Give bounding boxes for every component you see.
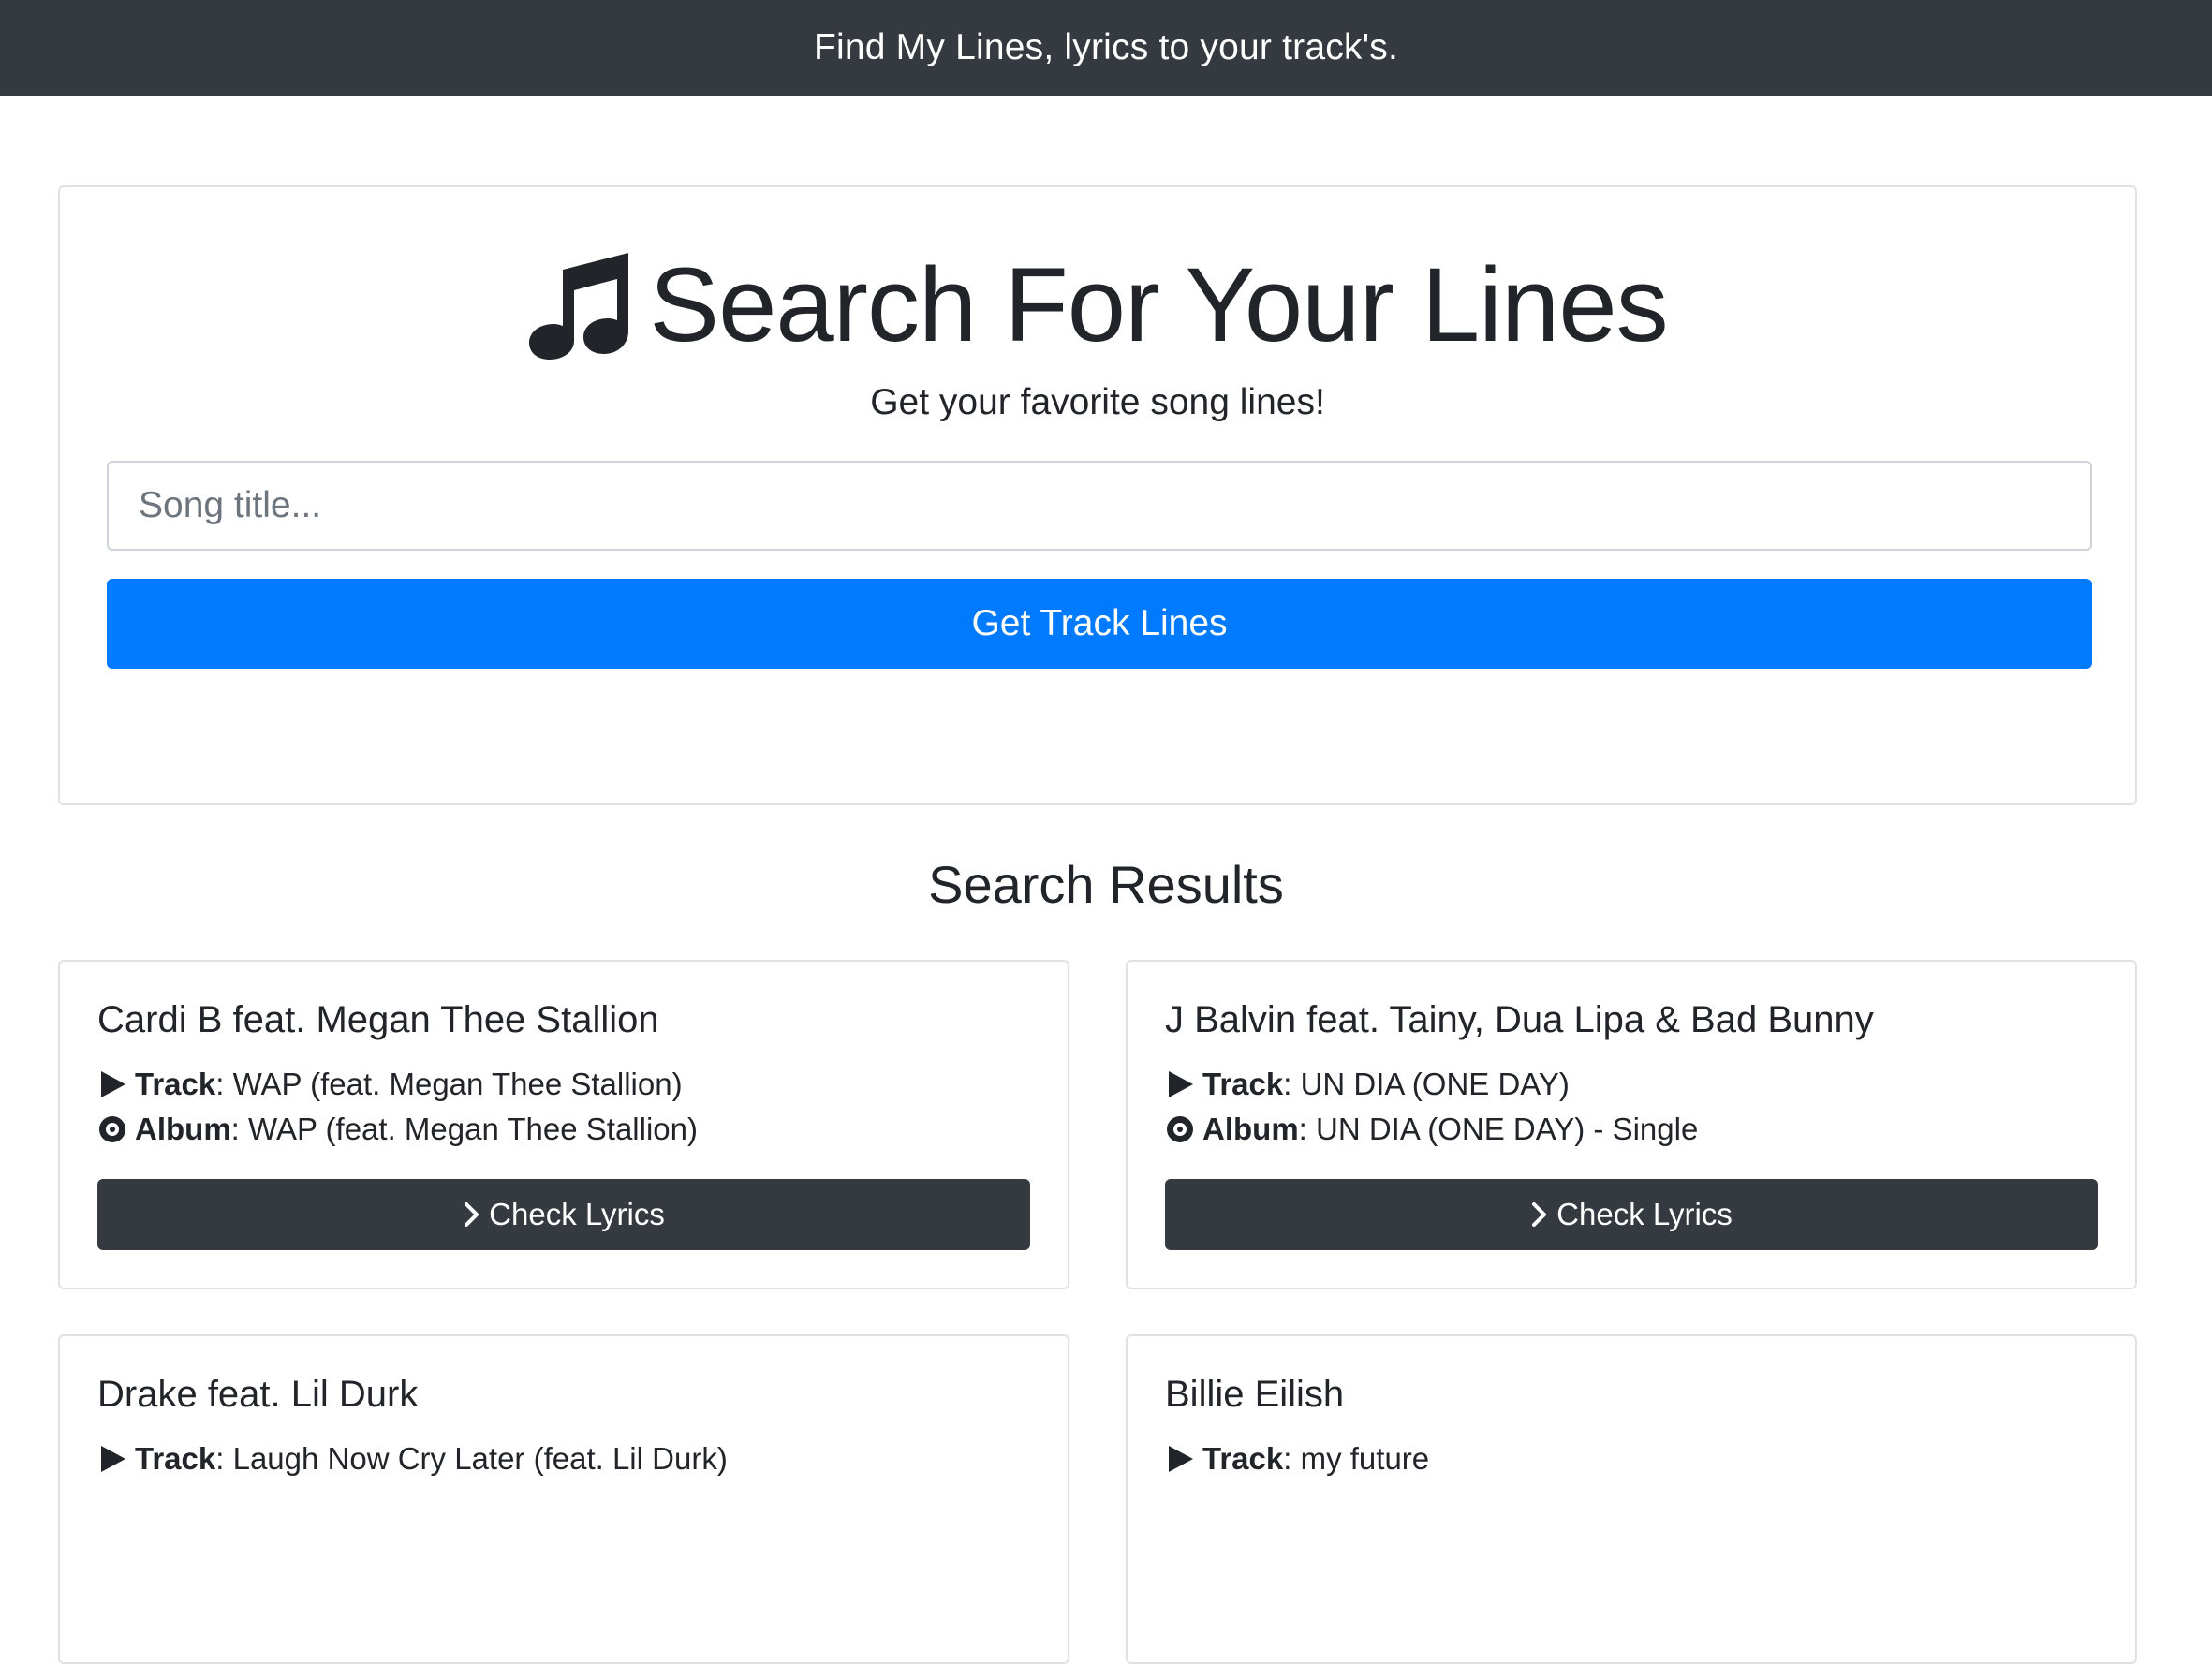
result-track-line: Track: Laugh Now Cry Later (feat. Lil Du… <box>97 1436 1030 1481</box>
result-artist: Billie Eilish <box>1165 1374 1345 1415</box>
track-name: my future <box>1300 1441 1430 1476</box>
navbar-title: Find My Lines, lyrics to your track's. <box>813 27 1399 67</box>
song-title-input[interactable] <box>107 461 2092 551</box>
search-title: Search For Your Lines <box>649 246 1668 363</box>
search-heading: Search For Your Lines <box>60 251 2135 360</box>
results-heading: Search Results <box>928 855 1284 914</box>
result-card: Billie Eilish Track: my future <box>1126 1334 2137 1664</box>
check-lyrics-button[interactable]: Check Lyrics <box>1165 1179 2098 1250</box>
check-lyrics-button[interactable]: Check Lyrics <box>97 1179 1030 1250</box>
album-label: Album <box>135 1112 231 1146</box>
chevron-right-icon <box>465 1202 479 1227</box>
play-icon <box>97 1069 127 1099</box>
get-track-lines-button[interactable]: Get Track Lines <box>107 579 2092 669</box>
track-label: Track <box>1202 1067 1284 1101</box>
play-icon <box>97 1444 127 1474</box>
results-grid: Cardi B feat. Megan Thee Stallion Track:… <box>58 960 2137 1664</box>
album-label: Album <box>1202 1112 1299 1146</box>
top-navbar: Find My Lines, lyrics to your track's. <box>0 0 2212 96</box>
result-card: Drake feat. Lil Durk Track: Laugh Now Cr… <box>58 1334 1069 1664</box>
result-track-line: Track: UN DIA (ONE DAY) <box>1165 1062 2098 1107</box>
result-card: Cardi B feat. Megan Thee Stallion Track:… <box>58 960 1069 1289</box>
chevron-right-icon <box>1532 1202 1547 1227</box>
result-track-line: Track: my future <box>1165 1436 2098 1481</box>
result-track-line: Track: WAP (feat. Megan Thee Stallion) <box>97 1062 1030 1107</box>
record-icon <box>97 1114 127 1144</box>
result-album-line: Album: UN DIA (ONE DAY) - Single <box>1165 1107 2098 1152</box>
track-name: Laugh Now Cry Later (feat. Lil Durk) <box>232 1441 728 1476</box>
search-card: Search For Your Lines Get your favorite … <box>58 185 2137 805</box>
check-lyrics-label: Check Lyrics <box>489 1197 665 1231</box>
track-name: WAP (feat. Megan Thee Stallion) <box>232 1067 683 1101</box>
track-name: UN DIA (ONE DAY) <box>1300 1067 1570 1101</box>
check-lyrics-label: Check Lyrics <box>1556 1197 1733 1231</box>
album-name: WAP (feat. Megan Thee Stallion) <box>248 1112 698 1146</box>
play-icon <box>1165 1444 1195 1474</box>
search-subtitle: Get your favorite song lines! <box>870 382 1325 422</box>
track-label: Track <box>1202 1441 1284 1476</box>
music-note-icon <box>529 253 629 360</box>
result-card: J Balvin feat. Tainy, Dua Lipa & Bad Bun… <box>1126 960 2137 1289</box>
play-icon <box>1165 1069 1195 1099</box>
result-artist: Drake feat. Lil Durk <box>97 1374 419 1415</box>
result-artist: Cardi B feat. Megan Thee Stallion <box>97 999 659 1040</box>
album-name: UN DIA (ONE DAY) - Single <box>1316 1112 1699 1146</box>
track-label: Track <box>135 1067 216 1101</box>
track-label: Track <box>135 1441 216 1476</box>
record-icon <box>1165 1114 1195 1144</box>
result-album-line: Album: WAP (feat. Megan Thee Stallion) <box>97 1107 1030 1152</box>
result-artist: J Balvin feat. Tainy, Dua Lipa & Bad Bun… <box>1165 999 1874 1040</box>
